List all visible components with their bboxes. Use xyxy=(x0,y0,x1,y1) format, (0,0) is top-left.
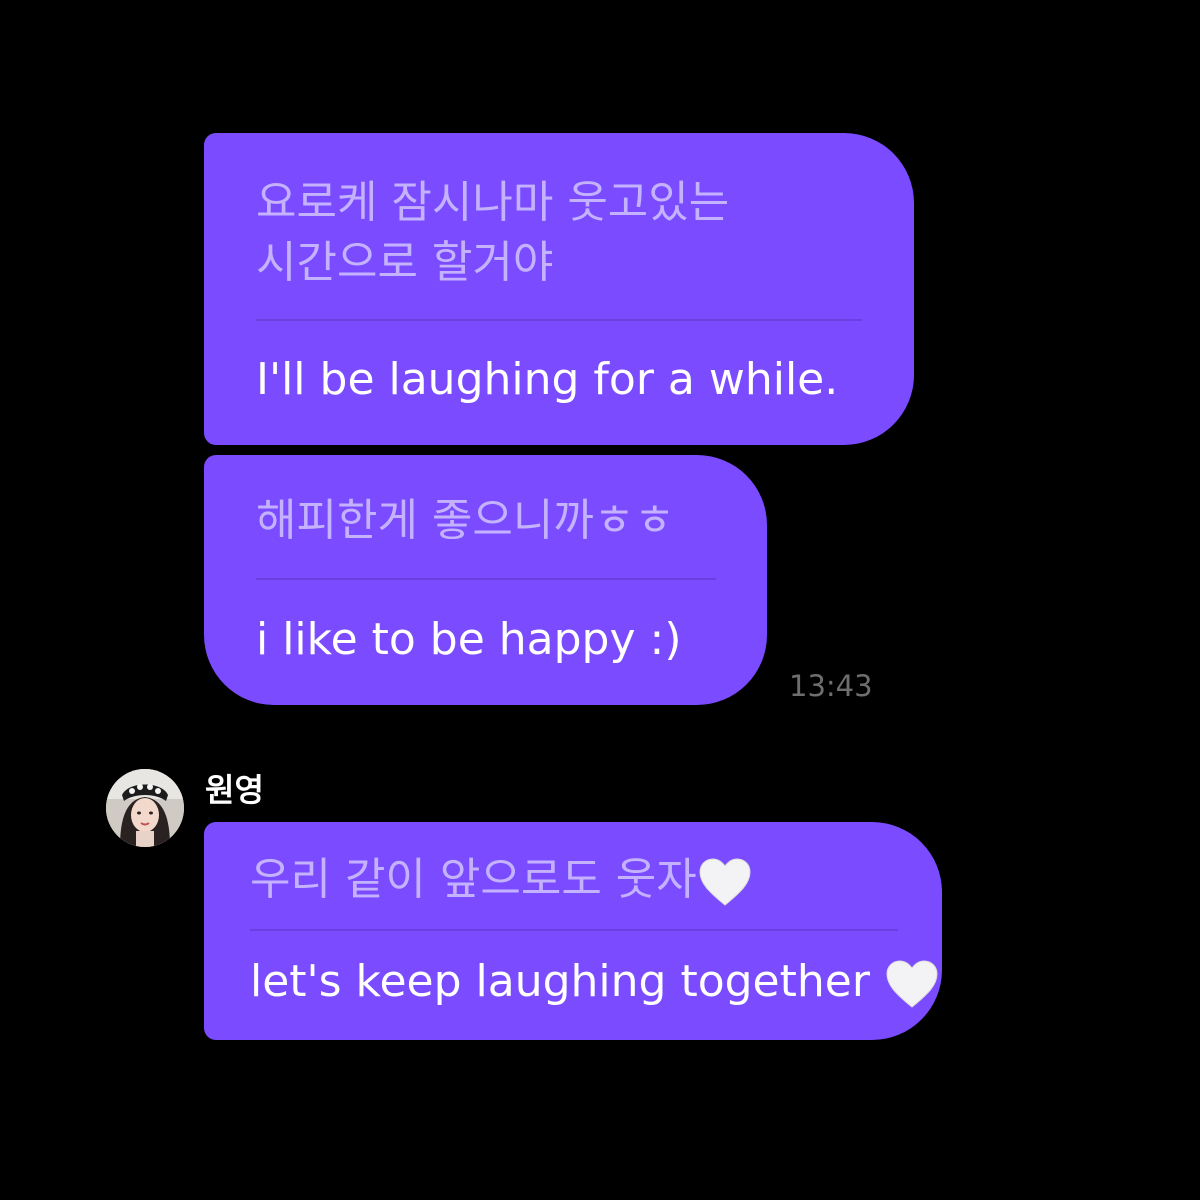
message-bubble[interactable]: 해피한게 좋으니까ㅎㅎ i like to be happy :) xyxy=(204,455,767,705)
white-heart-icon xyxy=(699,858,751,906)
translation-divider xyxy=(256,319,862,321)
sender-name: 원영 xyxy=(205,771,264,809)
translated-text: i like to be happy :) xyxy=(256,614,682,665)
korean-original-text: 해피한게 좋으니까ㅎㅎ xyxy=(256,495,675,546)
message-bubble[interactable]: 우리 같이 앞으로도 웃자 let's keep laughing togeth… xyxy=(204,822,942,1040)
white-heart-icon xyxy=(886,960,938,1008)
message-timestamp: 13:43 xyxy=(789,669,873,703)
message-bubble[interactable]: 요로케 잠시나마 웃고있는 시간으로 할거야 I'll be laughing … xyxy=(204,133,914,445)
sender-avatar[interactable] xyxy=(106,769,184,847)
korean-original-text: 요로케 잠시나마 웃고있는 시간으로 할거야 xyxy=(256,177,730,288)
korean-original-text: 우리 같이 앞으로도 웃자 xyxy=(250,850,753,910)
translated-text: I'll be laughing for a while. xyxy=(256,354,839,405)
translation-divider xyxy=(250,929,898,931)
english-text: let's keep laughing together xyxy=(250,956,870,1007)
translation-divider xyxy=(256,578,716,580)
korean-text: 우리 같이 앞으로도 웃자 xyxy=(250,854,697,905)
avatar-portrait-icon xyxy=(106,769,184,847)
translated-text: let's keep laughing together xyxy=(250,954,940,1010)
